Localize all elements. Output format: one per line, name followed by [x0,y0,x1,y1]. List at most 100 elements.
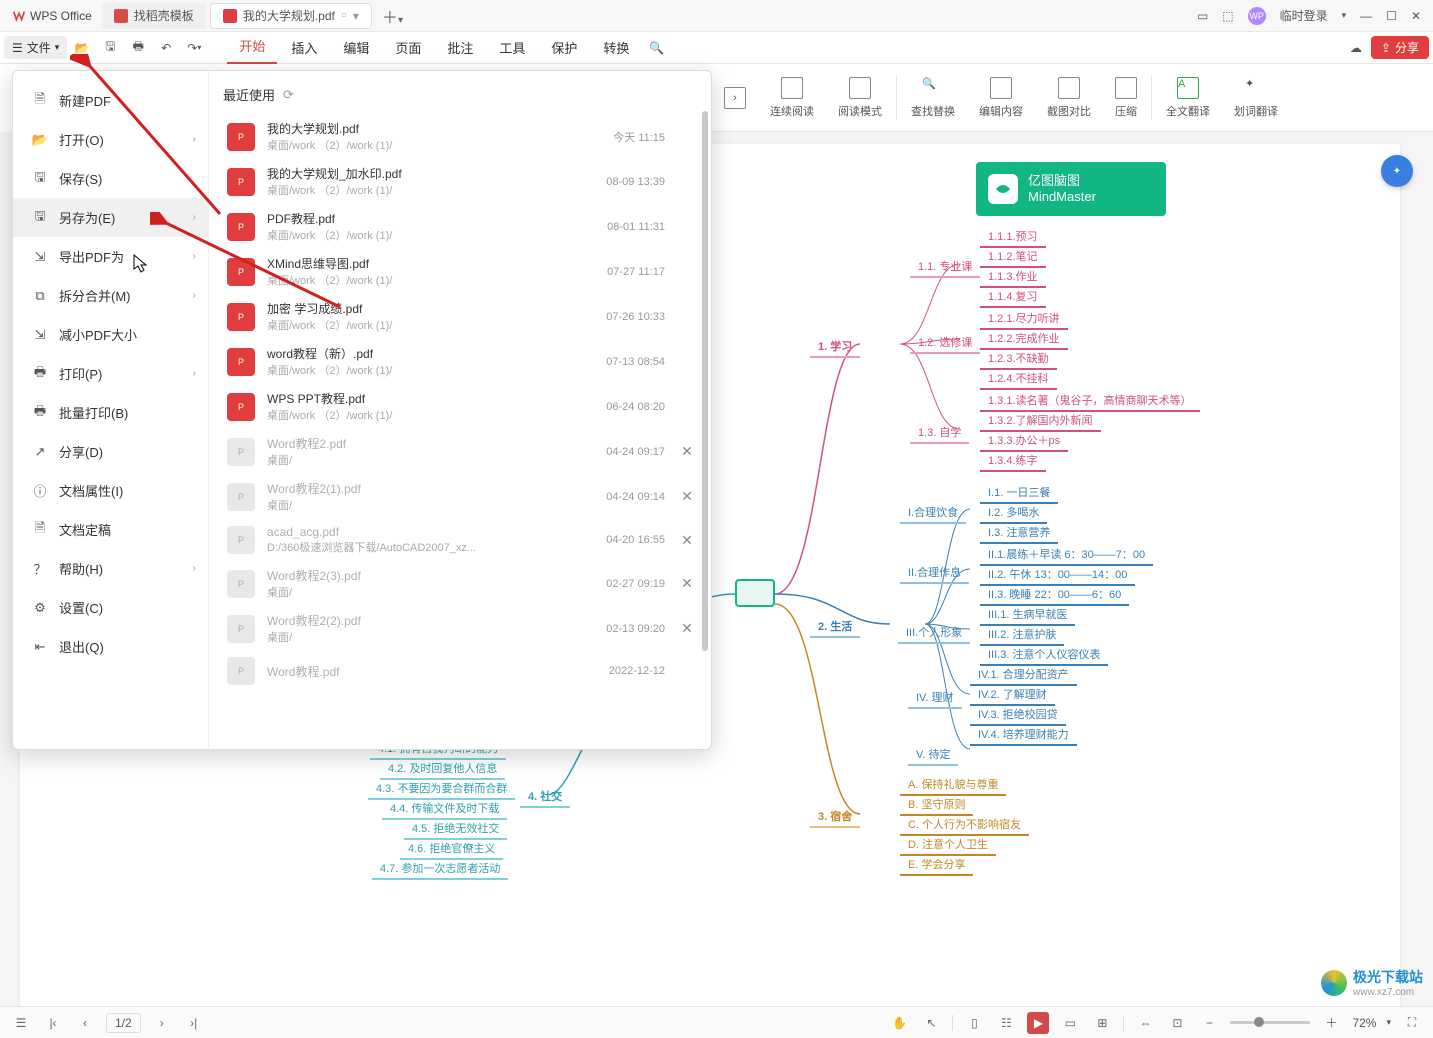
view-continuous-button[interactable]: ☷ [995,1012,1017,1034]
recent-file-item[interactable]: P word教程（新）.pdf 桌面/work （2）/work (1)/ 07… [223,339,711,384]
file-menu-item-4[interactable]: ⇲导出PDF为› [13,237,208,276]
recent-file-item[interactable]: P acad_acg.pdf D:/360极速浏览器下载/AutoCAD2007… [223,519,711,561]
search-button[interactable]: 🔍 [643,35,669,61]
file-menu-item-6[interactable]: ⇲减小PDF大小 [13,315,208,354]
print-button[interactable]: 🖶 [125,35,151,61]
minimize-button[interactable]: — [1360,9,1372,23]
file-menu-item-3[interactable]: 🖫另存为(E)› [13,198,208,237]
file-menu-item-2[interactable]: 🖫保存(S) [13,159,208,198]
ribbon-screenshot-compare[interactable]: 截图对比 [1037,77,1101,119]
undo-button[interactable]: ↶ [153,35,179,61]
maximize-button[interactable]: ☐ [1386,9,1397,23]
ribbon-continuous-read[interactable]: 连续阅读 [760,77,824,119]
menu-insert[interactable]: 插入 [279,38,329,57]
open-folder-button[interactable]: 📂 [69,35,95,61]
layout-icon[interactable]: ▭ [1197,9,1208,23]
first-page-button[interactable]: |‹ [42,1012,64,1034]
fullscreen-button[interactable]: ⛶ [1401,1012,1423,1034]
zoom-in-button[interactable]: ＋ [1320,1012,1342,1034]
prev-page-button[interactable]: ‹ [74,1012,96,1034]
ribbon-word-translate[interactable]: ✦划词翻译 [1224,77,1288,119]
menu-tools[interactable]: 工具 [487,38,537,57]
file-menu-item-14[interactable]: ⇤退出(Q) [13,627,208,666]
ribbon-edit-content[interactable]: 编辑内容 [969,77,1033,119]
zoom-value[interactable]: 72% [1352,1016,1376,1030]
close-button[interactable]: ✕ [1411,9,1421,23]
cloud-icon[interactable]: ☁ [1343,35,1369,61]
file-menu-button[interactable]: ☰ 文件 ▾ [4,36,67,59]
file-menu-item-7[interactable]: 🖶打印(P)› [13,354,208,393]
menu-page[interactable]: 页面 [383,38,433,57]
scrollbar[interactable] [702,111,708,651]
recent-file-item[interactable]: P 我的大学规划.pdf 桌面/work （2）/work (1)/ 今天 11… [223,114,711,159]
remove-recent-button[interactable]: ✕ [677,532,697,549]
recent-file-path: 桌面/work （2）/work (1)/ [267,407,563,423]
recent-file-item[interactable]: P PDF教程.pdf 桌面/work （2）/work (1)/ 08-01 … [223,204,711,249]
user-avatar[interactable]: WP [1248,7,1266,25]
ribbon-next[interactable]: › [714,87,756,109]
file-menu-item-8[interactable]: 🖶批量打印(B) [13,393,208,432]
recent-file-item[interactable]: P Word教程.pdf 2022-12-12 [223,651,711,691]
last-page-button[interactable]: ›| [183,1012,205,1034]
zoom-out-button[interactable]: − [1198,1012,1220,1034]
tab-current-doc[interactable]: 我的大学规划.pdf ○ ▾ [210,3,372,29]
fit-page-button[interactable]: ⊡ [1166,1012,1188,1034]
ribbon-read-mode[interactable]: 阅读模式 [828,77,892,119]
zoom-slider[interactable] [1230,1021,1310,1024]
next-page-button[interactable]: › [151,1012,173,1034]
tab-templates[interactable]: 找稻壳模板 [102,3,206,29]
remove-recent-button[interactable]: ✕ [677,488,697,505]
fit-width-button[interactable]: ⇔ [1134,1012,1156,1034]
recent-file-item[interactable]: P Word教程2.pdf 桌面/ 04-24 09:17 ✕ [223,429,711,474]
recent-file-item[interactable]: P 我的大学规划_加水印.pdf 桌面/work （2）/work (1)/ 0… [223,159,711,204]
recent-file-path: 桌面/ [267,497,563,513]
menu-edit[interactable]: 编辑 [331,38,381,57]
file-menu-item-12[interactable]: ？帮助(H)› [13,549,208,588]
sidebar-toggle-button[interactable]: ☰ [10,1012,32,1034]
refresh-icon[interactable]: ⟳ [283,87,294,103]
recent-file-item[interactable]: P Word教程2(3).pdf 桌面/ 02-27 09:19 ✕ [223,561,711,606]
new-tab-button[interactable]: ＋▾ [374,4,411,28]
ribbon-full-translate[interactable]: A全文翻译 [1156,77,1220,119]
view-dual-button[interactable]: ▭ [1059,1012,1081,1034]
menu-protect[interactable]: 保护 [539,38,589,57]
ribbon-find-replace[interactable]: 🔍查找替换 [901,77,965,119]
menu-start[interactable]: 开始 [227,32,277,64]
page-indicator[interactable]: 1/2 [106,1013,141,1033]
remove-recent-button[interactable]: ✕ [677,443,697,460]
play-button[interactable]: ▶ [1027,1012,1049,1034]
view-grid-button[interactable]: ⊞ [1091,1012,1113,1034]
save-button[interactable]: 🖫 [97,35,123,61]
login-status[interactable]: 临时登录 [1280,7,1328,24]
node-life: 2. 生活 [810,616,860,638]
recent-file-item[interactable]: P Word教程2(2).pdf 桌面/ 02-13 09:20 ✕ [223,606,711,651]
login-dropdown-icon[interactable]: ▾ [1342,10,1347,21]
tab-label: 我的大学规划.pdf [243,7,335,24]
select-tool-button[interactable]: ↖ [920,1012,942,1034]
hand-tool-button[interactable]: ✋ [888,1012,910,1034]
floating-assistant-button[interactable]: ✦ [1381,155,1413,187]
file-menu-item-13[interactable]: ⚙设置(C) [13,588,208,627]
zoom-dropdown-icon[interactable]: ▾ [1386,1017,1391,1028]
remove-recent-button[interactable]: ✕ [677,620,697,637]
tab-dropdown-icon[interactable]: ▾ [353,9,359,23]
file-menu-item-9[interactable]: ↗分享(D) [13,432,208,471]
remove-recent-button[interactable]: ✕ [677,575,697,592]
redo-button[interactable]: ↷▾ [181,35,207,61]
file-menu-item-0[interactable]: 🗎新建PDF [13,81,208,120]
file-menu-item-1[interactable]: 📂打开(O)› [13,120,208,159]
menu-convert[interactable]: 转换 [591,38,641,57]
view-single-button[interactable]: ▯ [963,1012,985,1034]
file-menu-item-5[interactable]: ⧉拆分合并(M)› [13,276,208,315]
ribbon-compress[interactable]: 压缩 [1105,77,1147,119]
recent-file-item[interactable]: P Word教程2(1).pdf 桌面/ 04-24 09:14 ✕ [223,474,711,519]
cube-icon[interactable]: ⬚ [1222,9,1233,23]
recent-file-item[interactable]: P 加密 学习成绩.pdf 桌面/work （2）/work (1)/ 07-2… [223,294,711,339]
file-menu-item-10[interactable]: ⓘ文档属性(I) [13,471,208,510]
pdf-file-icon: P [227,483,255,511]
recent-file-item[interactable]: P XMind思维导图.pdf 桌面/work （2）/work (1)/ 07… [223,249,711,294]
file-menu-item-11[interactable]: 🗎文档定稿 [13,510,208,549]
recent-file-item[interactable]: P WPS PPT教程.pdf 桌面/work （2）/work (1)/ 06… [223,384,711,429]
menu-annotate[interactable]: 批注 [435,38,485,57]
share-button[interactable]: ⇪分享 [1371,36,1429,59]
